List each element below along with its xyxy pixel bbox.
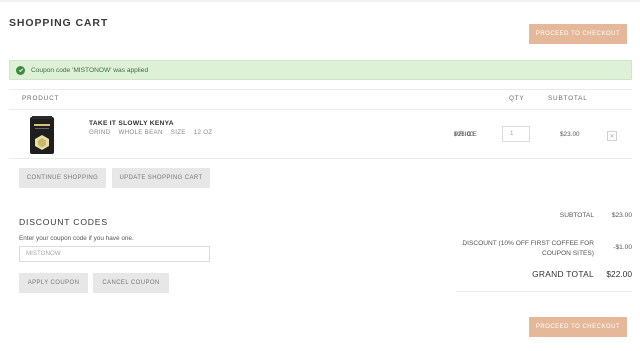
notice-message: Coupon code 'MISTONOW' was applied	[31, 66, 149, 74]
page-title: SHOPPING CART	[9, 17, 109, 29]
grind-value: WHOLE BEAN	[118, 129, 163, 136]
check-circle-icon	[16, 65, 25, 75]
summary-subtotal-label: SUBTOTAL	[559, 212, 594, 219]
summary-subtotal-value: $23.00	[611, 212, 632, 219]
grand-total-label: GRAND TOTAL	[532, 269, 594, 279]
coupon-label: Enter your coupon code if you have one.	[19, 235, 134, 242]
remove-item-button[interactable]: ✕	[607, 131, 617, 141]
header-qty: QTY	[509, 95, 525, 102]
summary-discount-value: -$1.00	[613, 244, 632, 251]
product-name[interactable]: TAKE IT SLOWLY KENYA	[89, 120, 174, 127]
product-price: $23.00	[454, 131, 474, 138]
top-divider	[0, 0, 640, 2]
update-cart-button[interactable]: UPDATE SHOPPING CART	[112, 168, 210, 188]
discount-codes-title: DISCOUNT CODES	[19, 217, 108, 227]
cancel-coupon-button[interactable]: CANCEL COUPON	[93, 273, 169, 293]
header-product: PRODUCT	[22, 95, 60, 102]
continue-shopping-button[interactable]: CONTINUE SHOPPING	[19, 168, 106, 188]
close-icon: ✕	[609, 133, 615, 140]
proceed-to-checkout-button-top[interactable]: PROCEED TO CHECKOUT	[529, 24, 627, 44]
summary-discount-label: DISCOUNT (10% OFF FIRST COFFEE FOR COUPO…	[462, 240, 594, 257]
row-subtotal: $23.00	[560, 131, 580, 138]
coupon-input[interactable]: MISTONOW	[19, 246, 210, 262]
table-header-divider	[9, 109, 632, 110]
product-image[interactable]	[29, 115, 55, 155]
size-label: SIZE	[170, 129, 186, 136]
product-options: GRIND WHOLE BEAN SIZE 12 OZ	[89, 129, 218, 136]
quantity-input[interactable]: 1	[502, 126, 530, 142]
summary-divider	[456, 291, 632, 292]
table-bottom-divider	[9, 158, 632, 159]
apply-coupon-button[interactable]: APPLY COUPON	[19, 273, 88, 293]
coupon-success-notice: Coupon code 'MISTONOW' was applied	[9, 60, 632, 80]
proceed-to-checkout-button-bottom[interactable]: PROCEED TO CHECKOUT	[529, 317, 627, 337]
size-value: 12 OZ	[193, 129, 213, 136]
header-subtotal: SUBTOTAL	[548, 95, 588, 102]
grind-label: GRIND	[89, 129, 111, 136]
table-top-divider	[9, 89, 632, 90]
grand-total-value: $22.00	[606, 269, 632, 279]
